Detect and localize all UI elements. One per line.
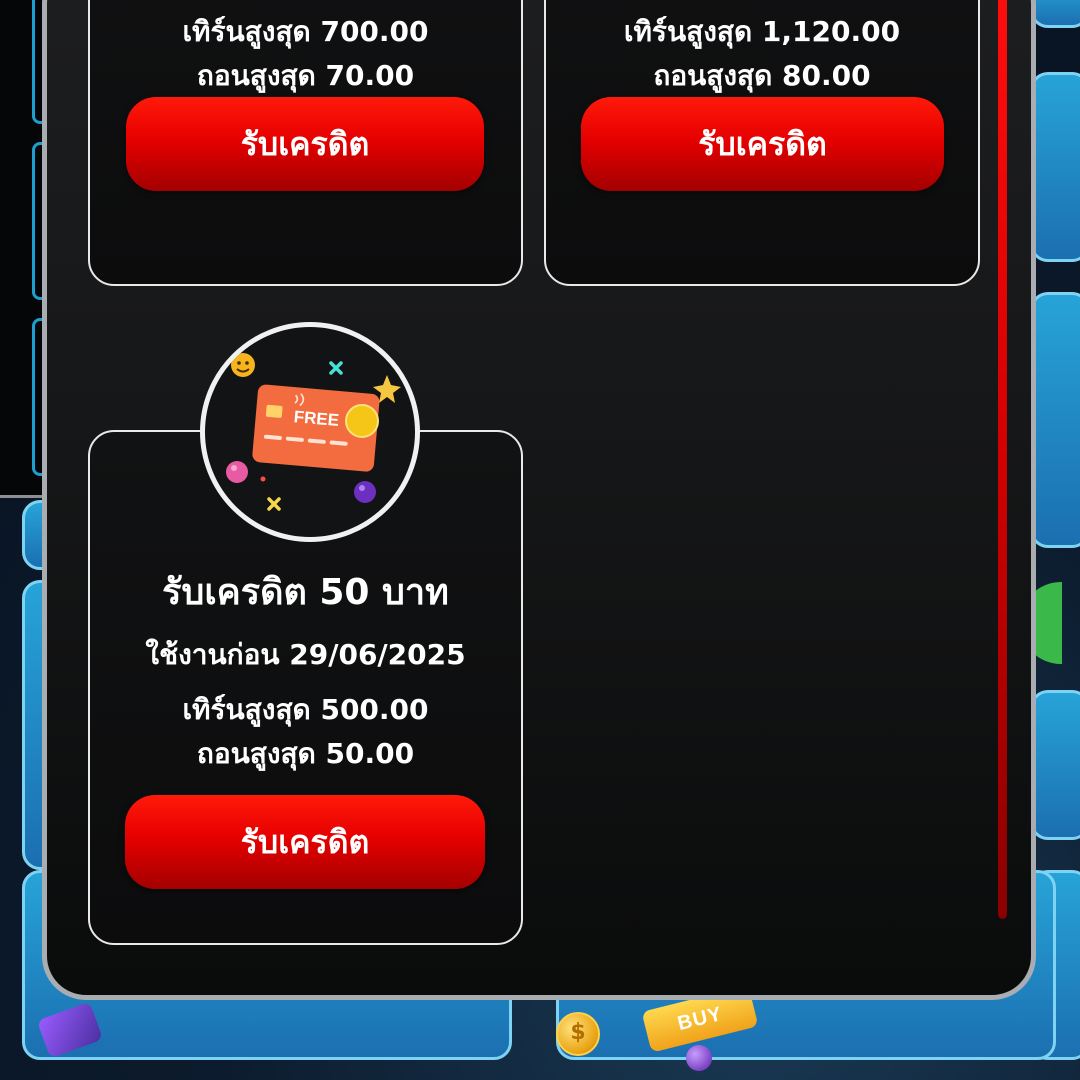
dollar-coin-icon: $ xyxy=(556,1012,600,1056)
modal-scrollbar[interactable] xyxy=(998,0,1007,919)
max-withdraw-text: ถอนสูงสุด 50.00 xyxy=(196,737,415,770)
max-turnover-text: เทิร์นสูงสุด 700.00 xyxy=(182,15,429,48)
promotion-modal: เทิร์นสูงสุด 700.00 ถอนสูงสุด 70.00 รับเ… xyxy=(42,0,1036,1000)
max-withdraw-text: ถอนสูงสุด 80.00 xyxy=(653,59,871,92)
background-tile xyxy=(1030,690,1080,840)
background-tile xyxy=(1030,0,1080,28)
claim-credit-button[interactable]: รับเครดิต xyxy=(581,97,944,191)
background-orb-icon xyxy=(686,1045,712,1071)
background-tile xyxy=(1030,72,1080,262)
free-credit-card-icon: FREE xyxy=(226,353,401,511)
promo-title: รับเครดิต 50 บาท xyxy=(162,572,449,613)
max-turnover-text: เทิร์นสูงสุด 1,120.00 xyxy=(623,15,901,48)
promo-image: FREE xyxy=(200,322,420,542)
svg-text:FREE: FREE xyxy=(293,407,340,430)
expiry-date-text: ใช้งานก่อน 29/06/2025 xyxy=(145,638,466,671)
max-withdraw-text: ถอนสูงสุด 70.00 xyxy=(196,59,415,92)
background-tile xyxy=(1030,292,1080,548)
promo-card: เทิร์นสูงสุด 700.00 ถอนสูงสุด 70.00 รับเ… xyxy=(88,0,523,286)
claim-credit-button[interactable]: รับเครดิต xyxy=(126,97,484,191)
claim-credit-button[interactable]: รับเครดิต xyxy=(125,795,485,889)
screen: $ BUY เทิร์นสูงสุด 700.00 ถอนสูงสุด 70.0… xyxy=(0,0,1080,1080)
promo-card: เทิร์นสูงสุด 1,120.00 ถอนสูงสุด 80.00 รั… xyxy=(544,0,980,286)
max-turnover-text: เทิร์นสูงสุด 500.00 xyxy=(182,693,429,726)
